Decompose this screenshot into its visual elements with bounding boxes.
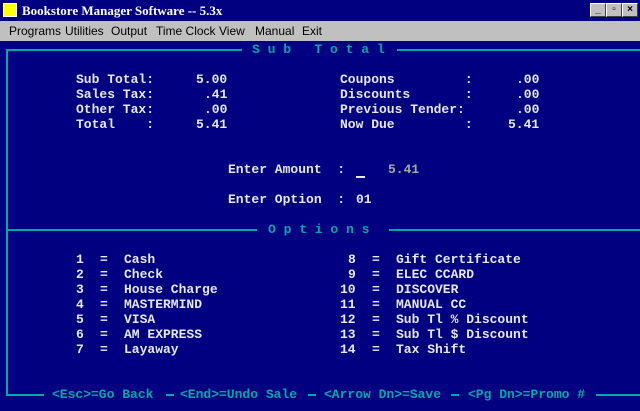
option-tax-shift[interactable]: Tax Shift	[396, 342, 466, 357]
value-coupons: .00	[516, 72, 540, 87]
close-button[interactable]: ×	[622, 3, 638, 17]
option-8-equals: =	[372, 252, 380, 267]
option-subtotal-percent-discount[interactable]: Sub Tl % Discount	[396, 312, 529, 327]
option-10-equals: =	[372, 282, 380, 297]
option-6-number: 6	[76, 327, 84, 342]
menu-bar: Programs Utilities Output Time Clock Vie…	[0, 21, 640, 41]
label-discounts: Discounts :	[340, 87, 473, 102]
value-sales-tax: .41	[204, 87, 228, 102]
option-check[interactable]: Check	[124, 267, 163, 282]
frame-left-border	[6, 49, 8, 395]
menu-utilities[interactable]: Utilities	[65, 24, 104, 38]
option-4-number: 4	[76, 297, 84, 312]
window-title: Bookstore Manager Software -- 5.3x	[22, 3, 223, 18]
value-total: 5.41	[196, 117, 228, 132]
options-divider-right	[389, 229, 640, 231]
footer-pgdn-promo[interactable]: <Pg Dn>=Promo #	[468, 387, 585, 402]
option-layaway[interactable]: Layaway	[124, 342, 179, 357]
option-3-number: 3	[76, 282, 84, 297]
option-subtotal-dollar-discount[interactable]: Sub Tl $ Discount	[396, 327, 529, 342]
label-other-tax: Other Tax:	[76, 102, 155, 117]
option-1-number: 1	[76, 252, 84, 267]
minimize-button[interactable]: _	[590, 3, 606, 17]
footer-esc-go-back[interactable]: <Esc>=Go Back	[52, 387, 153, 402]
label-coupons: Coupons :	[340, 72, 473, 87]
pos-console: S u b T o t a l Sub Total: 5.00 Sales Ta…	[0, 41, 640, 411]
option-elec-ccard[interactable]: ELEC CCARD	[396, 267, 474, 282]
menu-output[interactable]: Output	[111, 24, 147, 38]
title-bar: Bookstore Manager Software -- 5.3x _ ▫ ×	[0, 0, 640, 21]
menu-view[interactable]: View	[219, 24, 245, 38]
option-house-charge[interactable]: House Charge	[124, 282, 218, 297]
footer-border-2	[166, 394, 174, 396]
option-4-equals: =	[100, 297, 108, 312]
frame-top-border-left	[6, 49, 242, 51]
option-9-number: 9	[348, 267, 356, 282]
option-cash[interactable]: Cash	[124, 252, 155, 267]
option-2-equals: =	[100, 267, 108, 282]
option-14-number: 14	[340, 342, 356, 357]
menu-manual[interactable]: Manual	[255, 24, 294, 38]
option-discover[interactable]: DISCOVER	[396, 282, 458, 297]
option-7-number: 7	[76, 342, 84, 357]
label-previous-tender: Previous Tender:	[340, 102, 465, 117]
option-11-equals: =	[372, 297, 380, 312]
footer-border-5	[596, 394, 640, 396]
option-12-number: 12	[340, 312, 356, 327]
label-sales-tax: Sales Tax:	[76, 87, 155, 102]
label-sub-total: Sub Total:	[76, 72, 155, 87]
subtotal-header: S u b T o t a l	[252, 42, 385, 57]
maximize-button[interactable]: ▫	[606, 3, 622, 17]
enter-amount-label: Enter Amount :	[228, 162, 346, 177]
enter-option-label: Enter Option :	[228, 192, 346, 207]
option-mastermind[interactable]: MASTERMIND	[124, 297, 202, 312]
option-12-equals: =	[372, 312, 380, 327]
footer-border-4	[451, 394, 459, 396]
option-13-number: 13	[340, 327, 356, 342]
menu-exit[interactable]: Exit	[302, 24, 322, 38]
enter-option-input[interactable]: 01	[356, 192, 372, 207]
option-7-equals: =	[100, 342, 108, 357]
value-other-tax: .00	[204, 102, 228, 117]
option-gift-certificate[interactable]: Gift Certificate	[396, 252, 521, 267]
value-discounts: .00	[516, 87, 540, 102]
footer-border-1	[6, 394, 44, 396]
option-5-number: 5	[76, 312, 84, 327]
input-cursor	[356, 176, 365, 178]
option-11-number: 11	[340, 297, 356, 312]
option-visa[interactable]: VISA	[124, 312, 155, 327]
option-6-equals: =	[100, 327, 108, 342]
footer-end-undo-sale[interactable]: <End>=Undo Sale	[180, 387, 297, 402]
option-8-number: 8	[348, 252, 356, 267]
value-previous-tender: .00	[516, 102, 540, 117]
footer-border-3	[308, 394, 316, 396]
option-am-express[interactable]: AM EXPRESS	[124, 327, 202, 342]
option-1-equals: =	[100, 252, 108, 267]
frame-top-border-right	[397, 49, 640, 51]
options-divider-left	[6, 229, 257, 231]
option-5-equals: =	[100, 312, 108, 327]
value-sub-total: 5.00	[196, 72, 228, 87]
option-9-equals: =	[372, 267, 380, 282]
label-now-due: Now Due :	[340, 117, 473, 132]
enter-amount-input[interactable]: 5.41	[388, 162, 419, 177]
option-13-equals: =	[372, 327, 380, 342]
options-header: O p t i o n s	[268, 222, 370, 237]
value-now-due: 5.41	[508, 117, 540, 132]
option-manual-cc[interactable]: MANUAL CC	[396, 297, 466, 312]
label-total: Total :	[76, 117, 155, 132]
app-icon[interactable]	[3, 3, 17, 17]
option-3-equals: =	[100, 282, 108, 297]
footer-arrow-save[interactable]: <Arrow Dn>=Save	[324, 387, 441, 402]
menu-time-clock[interactable]: Time Clock	[156, 24, 216, 38]
option-10-number: 10	[340, 282, 356, 297]
option-14-equals: =	[372, 342, 380, 357]
option-2-number: 2	[76, 267, 84, 282]
menu-programs[interactable]: Programs	[9, 24, 61, 38]
